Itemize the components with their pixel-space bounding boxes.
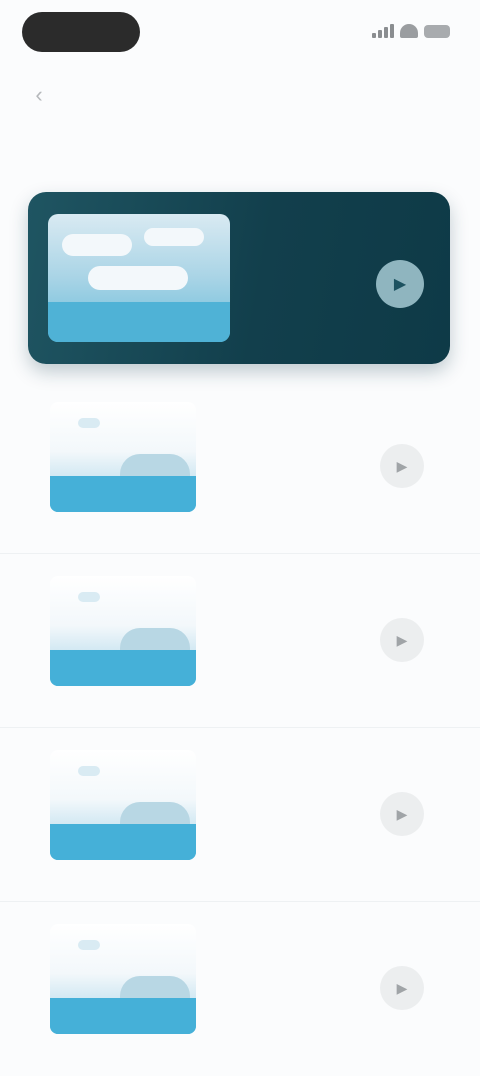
- featured-play-button[interactable]: ▶: [376, 260, 424, 308]
- back-icon[interactable]: ‹: [28, 82, 50, 107]
- status-icons: [372, 24, 450, 38]
- play-icon: ▶: [396, 805, 408, 822]
- featured-card[interactable]: ▶: [28, 192, 450, 364]
- play-icon: ▶: [396, 457, 408, 474]
- list-item[interactable]: ▶: [0, 554, 480, 728]
- play-icon: ▶: [396, 631, 408, 648]
- episode-list: ▶ ▶ ▶ ▶: [0, 380, 480, 1076]
- list-item[interactable]: ▶: [0, 728, 480, 902]
- battery-icon: [424, 24, 450, 38]
- item-play-button[interactable]: ▶: [380, 966, 424, 1010]
- item-thumbnail: [50, 750, 196, 860]
- status-bar: [0, 0, 480, 66]
- wifi-icon: [400, 24, 418, 38]
- play-icon: ▶: [396, 979, 408, 996]
- list-item[interactable]: ▶: [0, 902, 480, 1076]
- item-thumbnail: [50, 924, 196, 1034]
- featured-thumbnail: [48, 214, 230, 342]
- header: ‹: [0, 70, 480, 122]
- item-play-button[interactable]: ▶: [380, 618, 424, 662]
- item-thumbnail: [50, 402, 196, 512]
- dynamic-island: [22, 12, 140, 52]
- item-thumbnail: [50, 576, 196, 686]
- play-icon: ▶: [393, 276, 407, 293]
- signal-icon: [372, 24, 394, 38]
- list-item[interactable]: ▶: [0, 380, 480, 554]
- item-play-button[interactable]: ▶: [380, 792, 424, 836]
- item-play-button[interactable]: ▶: [380, 444, 424, 488]
